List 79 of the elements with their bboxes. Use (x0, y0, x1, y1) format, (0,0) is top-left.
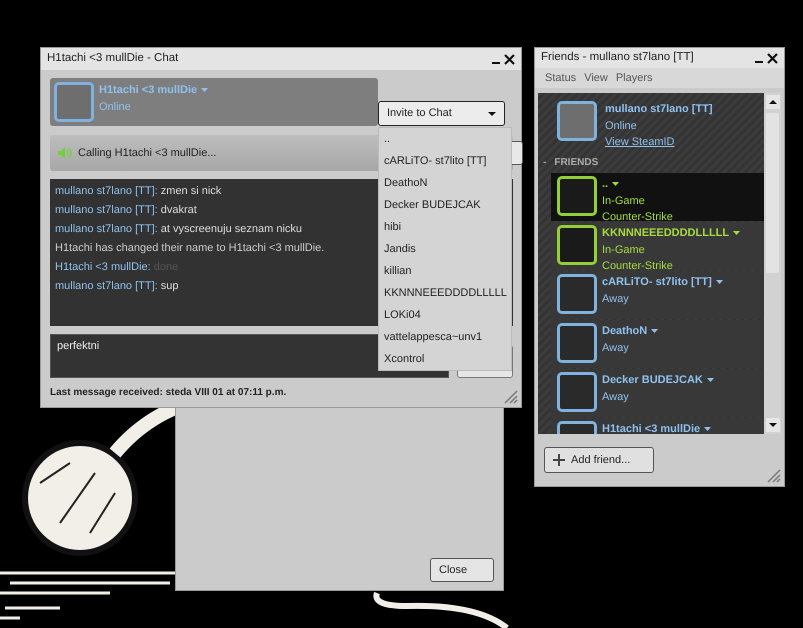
caret-icon (706, 378, 714, 382)
scrollbar[interactable] (764, 93, 781, 434)
close-button[interactable]: Close (430, 558, 494, 582)
minimize-icon (492, 62, 500, 64)
resize-grip-icon (502, 388, 518, 404)
friend-row[interactable]: KKNNNEEEDDDDLLLLL In-Game Counter-Strike (551, 222, 764, 270)
friend-status: Away (602, 390, 630, 404)
friend-row[interactable]: .. In-Game Counter-Strike (551, 173, 764, 221)
plus-icon (553, 454, 565, 466)
avatar (557, 225, 597, 265)
friend-name: H1tachi <3 mullDie (602, 422, 700, 434)
dropdown-item[interactable]: LOKi04 (379, 304, 511, 326)
window-title: Friends - mullano st7lano [TT] (541, 50, 695, 66)
message-text: at vyscreenuju seznam nicku (160, 223, 302, 235)
avatar (557, 372, 597, 412)
avatar (557, 274, 597, 314)
caret-icon (488, 112, 496, 116)
message-sender: H1tachi <3 mullDie: (55, 261, 151, 273)
friend-name: DeathoN (602, 324, 648, 339)
friend-row[interactable]: H1tachi <3 mullDie (551, 418, 764, 434)
caret-icon (201, 88, 208, 92)
dropdown-item[interactable]: KKNNNEEEDDDDLLLLL (379, 282, 511, 304)
view-steamid-link[interactable]: View SteamID (605, 136, 674, 148)
last-message-status: Last message received: steda VIII 01 at 07:11 p.m. (50, 386, 288, 400)
message-sender: mullano st7lano [TT]: (55, 280, 158, 292)
friend-row[interactable]: Decker BUDEJCAK Away (551, 369, 764, 417)
avatar (557, 101, 597, 141)
dropdown-item[interactable]: Jandis (379, 238, 511, 260)
user-status: Online (605, 118, 638, 134)
dropdown-item[interactable]: DeathoN (379, 172, 511, 194)
speaker-icon (58, 147, 72, 159)
contact-status: Online (99, 100, 132, 114)
message-sender: mullano st7lano [TT]: (55, 185, 158, 197)
menu-item[interactable]: Players (616, 70, 653, 86)
avatar (557, 323, 597, 363)
friend-status: Away (602, 340, 630, 356)
friend-name: KKNNNEEEDDDDLLLLL (602, 226, 730, 241)
caret-icon (716, 280, 723, 284)
avatar (557, 176, 597, 216)
message-sender: mullano st7lano [TT]: (55, 204, 158, 216)
caret-icon (612, 182, 620, 186)
user-name: mullano st7lano [TT] (605, 102, 713, 117)
friend-row[interactable]: DeathoN Away (551, 320, 764, 368)
close-icon (767, 52, 778, 64)
caret-icon (733, 231, 740, 236)
friend-status: Away (602, 292, 630, 306)
message-text: sup (160, 280, 179, 292)
friend-name: .. (602, 177, 608, 192)
close-icon (504, 54, 515, 64)
friend-name: Decker BUDEJCAK (602, 373, 703, 388)
scroll-down-icon (766, 418, 780, 432)
invite-dropdown[interactable]: Invite to Chat (378, 101, 505, 126)
message-text: zmen si nick (160, 185, 222, 197)
call-status: Calling H1tachi <3 mullDie... (78, 146, 216, 161)
caret-icon (704, 427, 712, 432)
dropdown-item[interactable]: .. (379, 128, 511, 150)
resize-grip-icon (765, 467, 781, 483)
minimize-icon (755, 61, 763, 63)
dropdown-item[interactable]: hibi (379, 216, 511, 238)
friend-name: cARLiTO- st7lito [TT] (602, 275, 712, 290)
dropdown-item[interactable]: Decker BUDEJCAK (379, 194, 511, 216)
friend-row[interactable]: cARLiTO- st7lito [TT] Away (551, 271, 764, 319)
dropdown-item[interactable]: killian (379, 260, 511, 282)
friend-status: In-Game (602, 242, 646, 258)
friend-status: In-Game (602, 194, 646, 208)
group-header: FRIENDS (554, 156, 598, 170)
menu-item[interactable]: Status (545, 70, 576, 86)
menu-item[interactable]: View (584, 70, 608, 86)
collapse-toggle[interactable]: - (543, 155, 546, 170)
window-title: H1tachi <3 mullDie - Chat (47, 51, 180, 66)
caret-icon (651, 329, 658, 334)
contact-name: H1tachi <3 mullDie (99, 83, 198, 98)
scroll-up-icon (766, 95, 780, 109)
add-friend-button[interactable]: Add friend... (544, 447, 654, 473)
dropdown-item[interactable]: cARLiTO- st7lito [TT] (379, 150, 511, 172)
system-message: H1tachi has changed their name to H1tachi <3 mullDie. (55, 242, 324, 254)
avatar (54, 82, 94, 122)
message-text: dvakrat (160, 204, 197, 216)
message-sender: mullano st7lano [TT]: (55, 223, 158, 235)
